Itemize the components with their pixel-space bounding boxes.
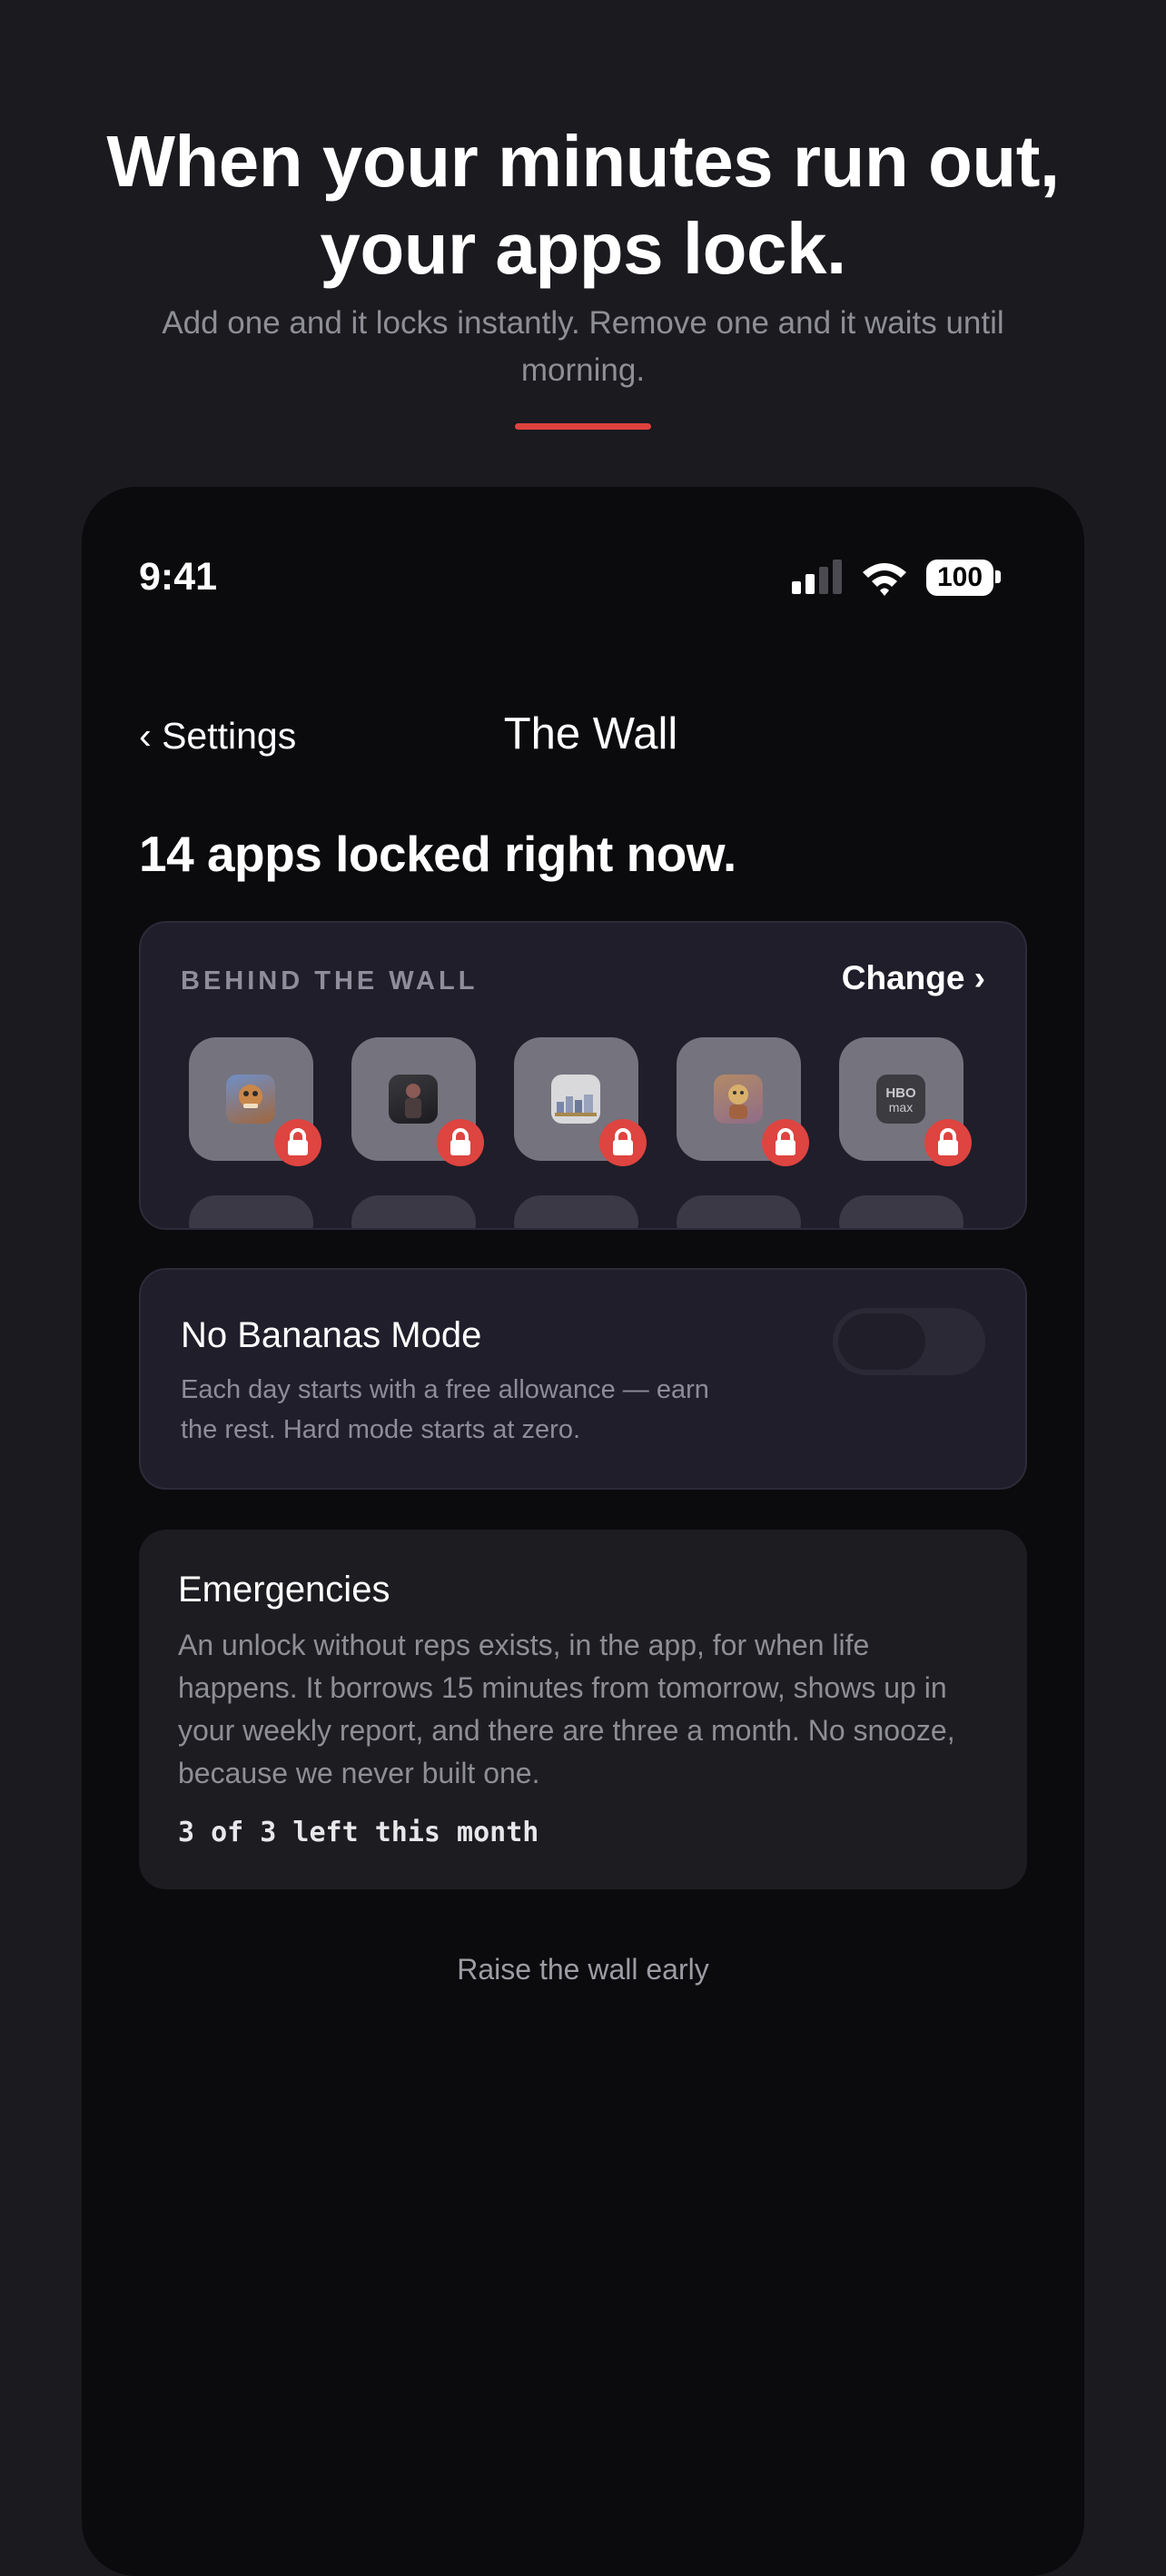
app-tile-dark-game[interactable]	[351, 1037, 484, 1166]
no-bananas-toggle[interactable]	[833, 1308, 985, 1375]
change-button[interactable]: Change ›	[842, 959, 985, 997]
app-tile-hbo-max[interactable]: HBO max	[839, 1037, 972, 1166]
battery-icon: 100	[926, 560, 993, 596]
app-tile-row2-4	[677, 1195, 801, 1228]
lock-badge	[274, 1119, 321, 1166]
wifi-icon	[863, 563, 906, 596]
app-tile-crash[interactable]	[189, 1037, 321, 1166]
raise-wall-early-link[interactable]: Raise the wall early	[0, 1947, 1166, 1991]
padlock-icon	[776, 1128, 795, 1155]
emergencies-count: 3 of 3 left this month	[178, 1817, 539, 1848]
crash-bandicoot-app-icon	[226, 1075, 275, 1124]
lock-badge	[437, 1119, 484, 1166]
behind-the-wall-label: BEHIND THE WALL	[181, 966, 479, 996]
padlock-icon	[613, 1128, 633, 1155]
app-tile-cartoon-game[interactable]	[677, 1037, 809, 1166]
headline-line-2: your apps lock.	[320, 208, 846, 289]
svg-text:max: max	[889, 1100, 913, 1115]
no-bananas-description-line-1: Each day starts with a free allowance — …	[181, 1375, 709, 1404]
padlock-icon	[288, 1128, 308, 1155]
status-icons: 100	[792, 558, 1003, 598]
lock-badge	[762, 1119, 809, 1166]
no-bananas-description: Each day starts with a free allowance — …	[181, 1370, 709, 1450]
app-tile-row2-2	[351, 1195, 476, 1228]
lock-badge	[599, 1119, 647, 1166]
no-bananas-description-line-2: the rest. Hard mode starts at zero.	[181, 1415, 581, 1444]
battery-nub	[995, 570, 1001, 583]
cellular-signal-icon	[792, 558, 845, 598]
hbo-max-app-icon: HBO max	[876, 1075, 925, 1124]
locked-summary-heading: 14 apps locked right now.	[139, 826, 736, 882]
no-bananas-card: No Bananas Mode Each day starts with a f…	[139, 1268, 1027, 1490]
hero-subtitle: Add one and it locks instantly. Remove o…	[162, 305, 1004, 388]
headline-line-1: When your minutes run out,	[106, 121, 1060, 202]
accent-divider	[515, 423, 651, 430]
lock-badge	[924, 1119, 972, 1166]
status-time: 9:41	[139, 555, 218, 599]
hero-headline: When your minutes run out, your apps loc…	[0, 118, 1166, 292]
hbo-max-logo-text: HBO	[885, 1085, 916, 1101]
emergencies-card: Emergencies An unlock without reps exist…	[139, 1530, 1027, 1889]
emergencies-description: An unlock without reps exists, in the ap…	[178, 1629, 955, 1789]
dark-game-app-icon	[389, 1075, 438, 1124]
no-bananas-title: No Bananas Mode	[181, 1315, 482, 1355]
app-tile-row2-1	[189, 1195, 313, 1228]
nav-title: The Wall	[503, 709, 678, 758]
padlock-icon	[938, 1128, 958, 1155]
city-game-app-icon	[551, 1075, 600, 1124]
app-tile-row2-3	[514, 1195, 638, 1228]
app-tile-row2-5	[839, 1195, 963, 1228]
emergencies-title: Emergencies	[178, 1570, 390, 1610]
toggle-knob	[838, 1313, 925, 1370]
cartoon-game-app-icon	[714, 1075, 763, 1124]
padlock-icon	[450, 1128, 470, 1155]
behind-the-wall-card: BEHIND THE WALL Change › HBO max	[139, 921, 1027, 1230]
app-tile-city-game[interactable]	[514, 1037, 647, 1166]
